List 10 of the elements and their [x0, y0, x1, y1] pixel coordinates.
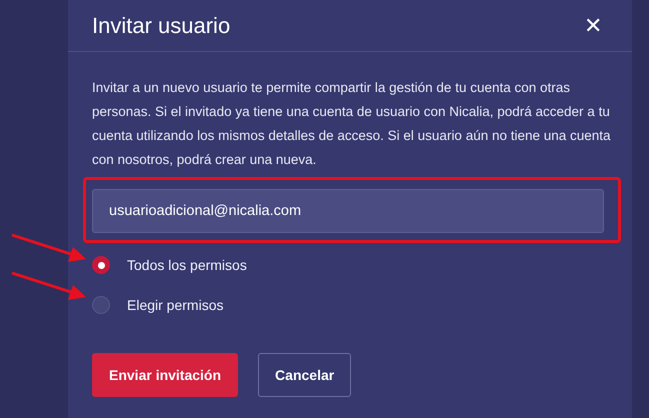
- email-field[interactable]: usuarioadicional@nicalia.com: [92, 189, 604, 233]
- radio-label[interactable]: Todos los permisos: [127, 254, 247, 276]
- radio-button[interactable]: [92, 256, 110, 274]
- description-text: Invitar a un nuevo usuario te permite compartir la gestión de tu cuenta con otras personas. Si el invitado ya tiene una cuenta de usuario con Nicalia, podrá acceder a tu cuenta utilizando los mismos detalles de acceso. Si el usuario aún no tiene una cuenta con nosotros, podrá crear una nueva.: [92, 79, 612, 169]
- close-button[interactable]: ✕: [584, 14, 602, 36]
- send-invitation-button[interactable]: Enviar invitación: [92, 353, 238, 397]
- cancel-button[interactable]: Cancelar: [258, 353, 352, 397]
- radio-button[interactable]: [92, 296, 110, 314]
- radio-label[interactable]: Elegir permisos: [127, 294, 224, 316]
- dialog-title: Invitar usuario: [92, 12, 230, 40]
